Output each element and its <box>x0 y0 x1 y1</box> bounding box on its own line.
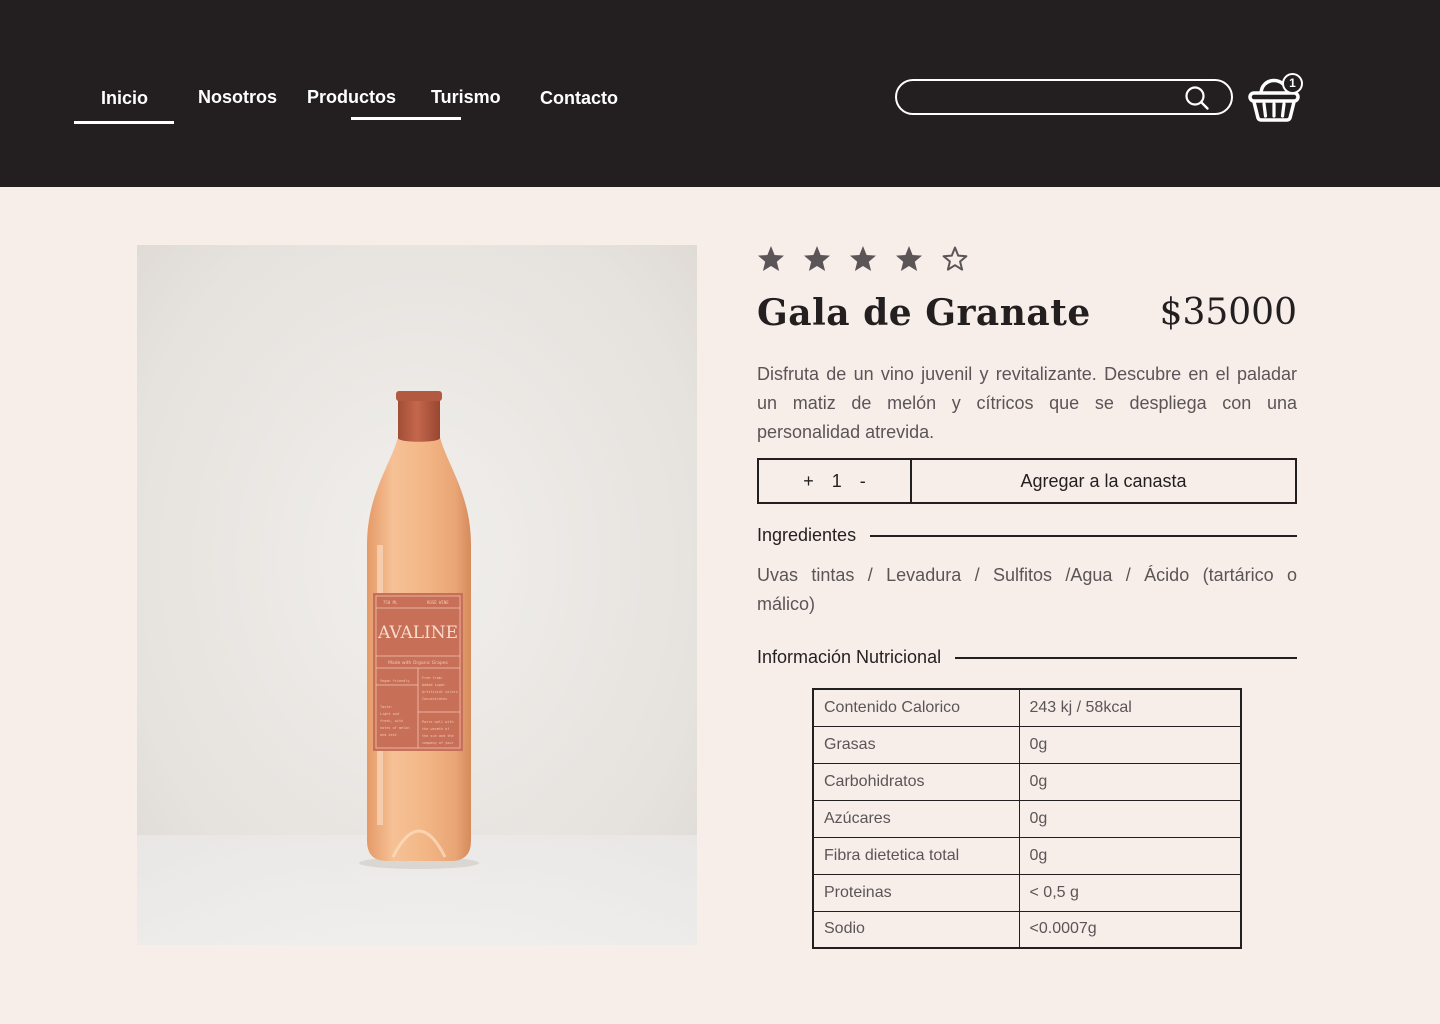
svg-text:Concentrates: Concentrates <box>422 697 447 701</box>
nutrient-value: 0g <box>1018 799 1242 838</box>
product-title: Gala de Granate <box>757 292 1091 334</box>
nutrient-name: Fibra dietetica total <box>812 836 1020 875</box>
product-price: $35000 <box>1159 292 1297 333</box>
nutrient-name: Sodio <box>812 910 1020 949</box>
ingredients-title: Ingredientes <box>757 525 857 545</box>
nav-item-productos[interactable]: Productos <box>307 87 396 108</box>
nutrient-name: Grasas <box>812 725 1020 764</box>
ingredients-heading: Ingredientes <box>757 525 1297 546</box>
bottle-brand-text: AVALINE <box>377 623 458 643</box>
cart-count-badge: 1 <box>1282 73 1303 94</box>
svg-text:Light and: Light and <box>380 712 399 716</box>
search-input[interactable] <box>915 87 1175 107</box>
ingredients-text: Uvas tintas / Levadura / Sulfitos /Agua … <box>757 565 1297 614</box>
quantity-value: 1 <box>831 470 842 491</box>
search-bar[interactable] <box>895 79 1233 115</box>
table-row: Fibra dietetica total 0g <box>812 836 1242 875</box>
nav-active-underline <box>74 121 174 124</box>
nutrition-title: Información Nutricional <box>757 647 942 667</box>
svg-text:Taste:: Taste: <box>380 705 393 709</box>
star-filled-icon[interactable] <box>893 243 925 275</box>
svg-text:Pairs well with: Pairs well with <box>422 720 454 724</box>
wine-bottle-photo: AVALINE Made with Organic Grapes 750 ML … <box>137 245 697 945</box>
nav-item-contacto[interactable]: Contacto <box>540 88 618 109</box>
product-description: Disfruta de un vino juvenil y revitaliza… <box>757 364 1297 442</box>
divider-line <box>870 534 1297 537</box>
nutrient-value: 243 kj / 58kcal <box>1018 688 1242 727</box>
nutrient-name: Azúcares <box>812 799 1020 838</box>
svg-text:Artificial colors: Artificial colors <box>422 690 458 694</box>
nutrient-value: 0g <box>1018 836 1242 875</box>
search-icon[interactable] <box>1183 84 1211 112</box>
product-rating[interactable] <box>755 243 971 275</box>
svg-text:ROSÉ WINE: ROSÉ WINE <box>427 600 449 605</box>
nutrient-value: < 0,5 g <box>1018 873 1242 912</box>
nutrient-name: Proteinas <box>812 873 1020 912</box>
nutrition-table: Contenido Calorico 243 kj / 58kcal Grasas… <box>812 688 1242 949</box>
add-to-cart-button[interactable]: Agregar a la canasta <box>912 460 1295 502</box>
svg-text:notes of melon: notes of melon <box>380 726 410 730</box>
svg-text:fresh, with: fresh, with <box>380 719 403 723</box>
nav-hover-underline <box>351 117 461 120</box>
nutrient-name: Carbohidratos <box>812 762 1020 801</box>
svg-text:Added sugar: Added sugar <box>422 683 445 687</box>
quantity-decrease-button[interactable]: - <box>856 471 870 492</box>
table-row: Contenido Calorico 243 kj / 58kcal <box>812 688 1242 727</box>
svg-text:750 ML: 750 ML <box>383 600 398 605</box>
table-row: Sodio <0.0007g <box>812 910 1242 949</box>
star-filled-icon[interactable] <box>755 243 787 275</box>
star-outline-icon[interactable] <box>939 243 971 275</box>
cart-button[interactable]: 1 <box>1246 66 1306 126</box>
svg-text:company of your: company of your <box>422 741 454 745</box>
svg-text:the sun and the: the sun and the <box>422 734 454 738</box>
nutrient-name: Contenido Calorico <box>812 688 1020 727</box>
nutrition-heading: Información Nutricional <box>757 647 1297 668</box>
nutrient-value: 0g <box>1018 762 1242 801</box>
divider-line <box>955 656 1297 659</box>
purchase-actions: + 1 - Agregar a la canasta <box>757 458 1297 504</box>
star-filled-icon[interactable] <box>801 243 833 275</box>
nav-item-inicio[interactable]: Inicio <box>101 88 148 109</box>
nutrient-value: <0.0007g <box>1018 910 1242 949</box>
table-row: Azúcares 0g <box>812 799 1242 838</box>
svg-text:Free from:: Free from: <box>422 676 443 680</box>
svg-text:and zest: and zest <box>380 733 397 737</box>
nav-item-turismo[interactable]: Turismo <box>431 87 501 108</box>
svg-text:the warmth of: the warmth of <box>422 727 449 731</box>
table-row: Proteinas < 0,5 g <box>812 873 1242 912</box>
product-image: AVALINE Made with Organic Grapes 750 ML … <box>137 245 697 945</box>
star-filled-icon[interactable] <box>847 243 879 275</box>
quantity-stepper: + 1 - <box>759 460 912 502</box>
table-row: Grasas 0g <box>812 725 1242 764</box>
nutrient-value: 0g <box>1018 725 1242 764</box>
site-header: Inicio Nosotros Productos Turismo Contac… <box>0 0 1440 187</box>
svg-text:Made with Organic Grapes: Made with Organic Grapes <box>388 660 448 666</box>
quantity-increase-button[interactable]: + <box>799 471 818 492</box>
svg-text:Vegan friendly: Vegan friendly <box>380 679 410 683</box>
table-row: Carbohidratos 0g <box>812 762 1242 801</box>
nav-item-nosotros[interactable]: Nosotros <box>198 87 277 108</box>
